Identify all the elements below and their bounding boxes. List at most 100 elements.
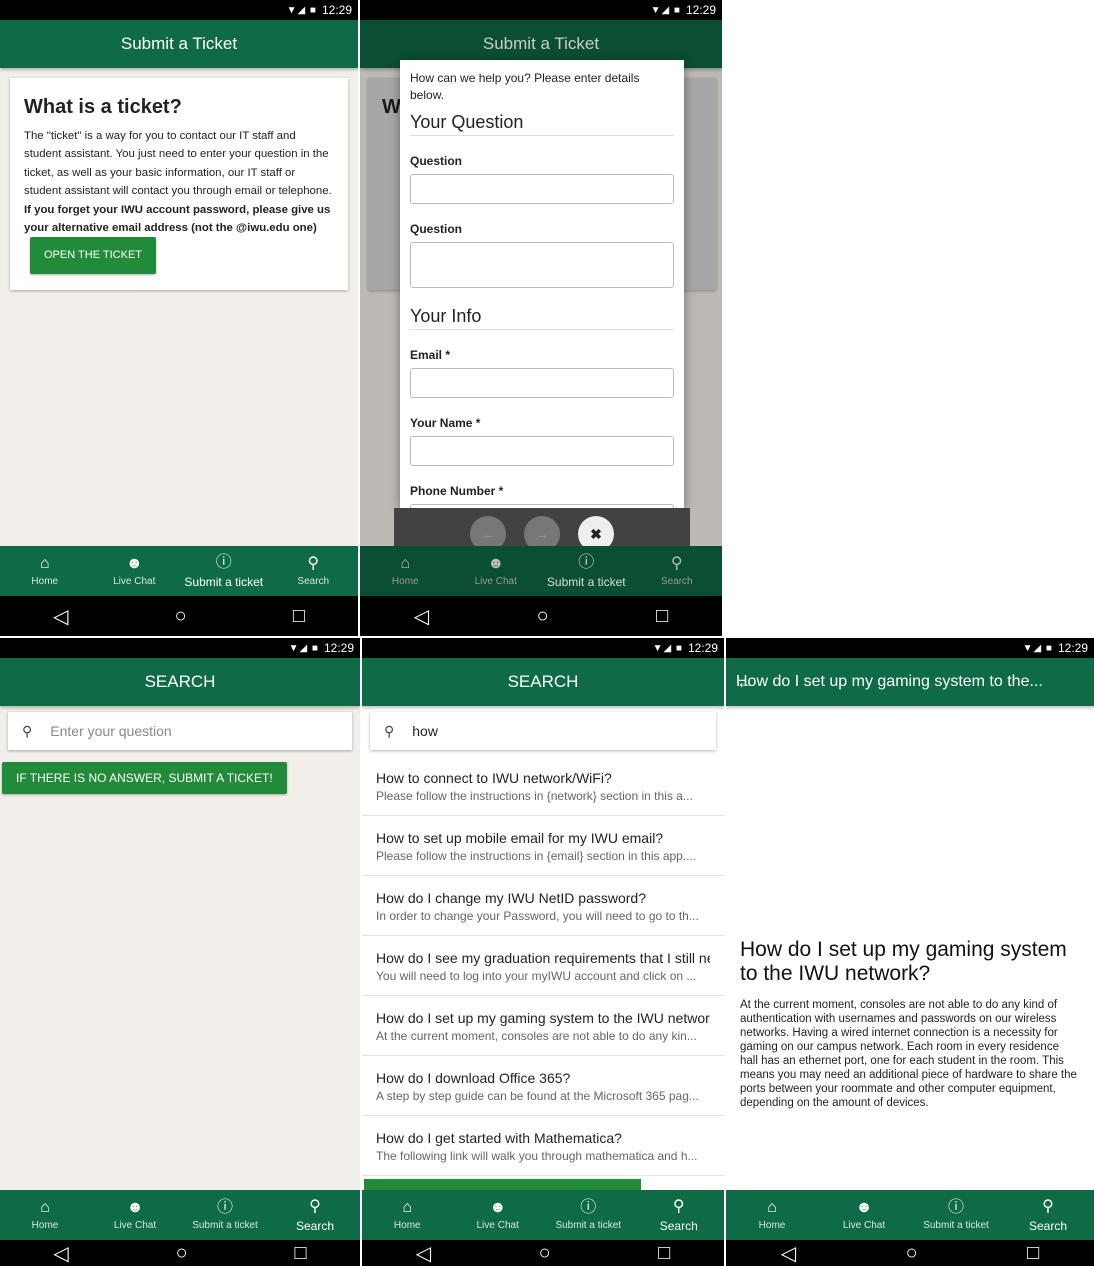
name-label: Your Name *: [410, 416, 481, 430]
nav-submit-ticket[interactable]: ⓘ Submit a ticket: [910, 1199, 1002, 1231]
home-circle-icon[interactable]: ○: [176, 1242, 188, 1265]
nav-live-chat[interactable]: ☻ Live Chat: [90, 1199, 180, 1231]
search-icon: ⚲: [672, 1197, 685, 1215]
system-nav: ◁ ○ □: [0, 596, 358, 636]
list-item[interactable]: How do I change my IWU NetID password? In…: [362, 876, 724, 936]
recents-icon[interactable]: □: [294, 1242, 306, 1265]
nav-home[interactable]: ⌂ Home: [0, 555, 90, 587]
name-field[interactable]: [410, 436, 674, 466]
screen-search-results: ▼◢ ■ 12:29 SEARCH ⚲ how How to connect t…: [362, 638, 724, 1266]
bottom-nav: ⌂ Home ☻ Live Chat ⓘ Submit a ticket ⚲ Searc…: [726, 1190, 1094, 1240]
question-label: Question: [410, 154, 463, 168]
back-icon[interactable]: ◁: [53, 604, 68, 629]
result-title: How do I download Office 365?: [376, 1070, 571, 1086]
question-textarea[interactable]: [410, 242, 674, 288]
nav-submit-ticket[interactable]: ⓘ Submit a ticket: [180, 1199, 270, 1231]
home-icon: ⌂: [402, 1199, 413, 1216]
back-icon[interactable]: ◁: [781, 1241, 796, 1266]
nav-live-chat[interactable]: ☻ Live Chat: [90, 555, 180, 587]
question-input[interactable]: [410, 174, 674, 204]
nav-label: Live Chat: [474, 576, 517, 587]
list-item[interactable]: How do I see my graduation requirements …: [362, 936, 724, 996]
clock: 12:29: [321, 3, 352, 17]
signal-battery-icon: ▼◢ ■: [652, 642, 683, 654]
nav-search[interactable]: ⚲ Search: [634, 1198, 725, 1233]
search-icon: ⚲: [22, 722, 33, 739]
back-icon[interactable]: ◁: [53, 1241, 68, 1266]
system-nav: ◁ ○ □: [726, 1240, 1094, 1266]
recents-icon[interactable]: □: [656, 605, 668, 628]
result-title: How do I get started with Mathematica?: [376, 1130, 622, 1146]
nav-home[interactable]: ⌂ Home: [726, 1199, 818, 1231]
list-item[interactable]: How to connect to IWU network/WiFi? Pleas…: [362, 756, 724, 816]
nav-label: Live Chat: [113, 1220, 157, 1231]
screen-search-empty: ▼◢ ■ 12:29 SEARCH ⚲ Enter your question …: [0, 638, 360, 1266]
list-item[interactable]: How do I download Office 365? A step by s…: [362, 1056, 724, 1116]
nav-submit-ticket[interactable]: ⓘ Submit a ticket: [543, 1199, 634, 1231]
list-item[interactable]: How to set up mobile email for my IWU em…: [362, 816, 724, 876]
nav-live-chat[interactable]: ☻ Live Chat: [818, 1199, 910, 1231]
nav-live-chat[interactable]: ☻ Live Chat: [453, 1199, 544, 1231]
chat-icon: ☻: [125, 555, 143, 572]
email-label: Email *: [410, 348, 451, 362]
result-title: How do I set up my gaming system to the …: [376, 1010, 710, 1026]
bottom-nav: ⌂ Home ☻ Live Chat ⓘ Submit a ticket ⚲ Searc…: [0, 546, 358, 596]
status-bar: ▼◢ ■ 12:29: [360, 0, 722, 20]
status-bar: ▼◢ ■ 12:29: [0, 0, 358, 20]
nav-submit-ticket[interactable]: ⓘ Submit a ticket: [541, 554, 632, 589]
chat-icon: ☻: [126, 1199, 144, 1216]
search-input[interactable]: ⚲ Enter your question: [8, 712, 352, 750]
home-circle-icon[interactable]: ○: [906, 1242, 918, 1265]
screen-ticket-form: ▼◢ ■ 12:29 Submit a Ticket W How can we …: [360, 0, 722, 636]
list-item[interactable]: How do I get started with Mathematica? Th…: [362, 1116, 724, 1176]
form-intro: How can we help you? Please enter detail…: [410, 71, 640, 102]
nav-search[interactable]: ⚲ Search: [269, 555, 359, 587]
open-ticket-button[interactable]: OPEN THE TICKET: [30, 237, 157, 274]
email-field[interactable]: [410, 368, 674, 398]
recents-icon[interactable]: □: [1027, 1242, 1039, 1265]
back-icon[interactable]: ◁: [414, 604, 429, 629]
home-icon: ⌂: [39, 555, 50, 572]
nav-label: Home: [758, 1220, 786, 1231]
search-input[interactable]: ⚲ how: [370, 712, 716, 750]
page-title: Submit a Ticket: [482, 34, 600, 53]
result-desc: You will need to log into your myIWU acc…: [376, 969, 697, 983]
nav-home[interactable]: ⌂ Home: [0, 1199, 90, 1231]
system-nav: ◁ ○ □: [0, 1240, 360, 1266]
info-icon: ⓘ: [216, 1199, 233, 1216]
nav-home[interactable]: ⌂ Home: [362, 1199, 453, 1231]
home-circle-icon[interactable]: ○: [539, 1242, 551, 1265]
nav-search[interactable]: ⚲ Search: [270, 1198, 360, 1233]
nav-submit-ticket[interactable]: ⓘ Submit a ticket: [179, 554, 269, 589]
card-heading: What is a ticket?: [24, 96, 182, 118]
info-icon: ⓘ: [215, 553, 232, 571]
nav-label: Search: [1028, 1218, 1068, 1233]
app-bar: Submit a Ticket: [0, 20, 358, 68]
list-item[interactable]: How do I set up my gaming system to the …: [362, 996, 724, 1056]
clock: 12:29: [1057, 641, 1088, 655]
chat-icon: ☻: [487, 555, 505, 572]
signal-battery-icon: ▼◢ ■: [650, 4, 681, 16]
status-bar: ▼◢ ■ 12:29: [726, 638, 1094, 658]
section-your-question: Your Question: [410, 112, 674, 136]
recents-icon[interactable]: □: [658, 1242, 670, 1265]
back-icon[interactable]: ◁: [416, 1241, 431, 1266]
back-arrow-icon[interactable]: ←: [736, 672, 754, 693]
nav-label: Submit a ticket: [923, 1220, 989, 1231]
home-circle-icon[interactable]: ○: [537, 605, 549, 628]
result-desc: Please follow the instructions in {netwo…: [376, 789, 693, 803]
nav-label: Submit a ticket: [184, 574, 264, 589]
nav-search[interactable]: ⚲ Search: [1002, 1198, 1094, 1233]
nav-label: Search: [295, 1218, 335, 1233]
page-title: How do I set up my gaming system to the.…: [736, 673, 1043, 690]
question-details-label: Question: [410, 222, 463, 236]
nav-home[interactable]: ⌂ Home: [360, 555, 451, 587]
recents-icon[interactable]: □: [293, 605, 305, 628]
bottom-nav: ⌂ Home ☻ Live Chat ⓘ Submit a ticket ⚲ Searc…: [362, 1190, 724, 1240]
nav-search[interactable]: ⚲ Search: [632, 555, 723, 587]
home-circle-icon[interactable]: ○: [175, 605, 187, 628]
nav-live-chat[interactable]: ☻ Live Chat: [451, 555, 542, 587]
nav-label: Search: [660, 576, 693, 587]
search-icon: ⚲: [384, 722, 395, 739]
submit-ticket-button[interactable]: IF THERE IS NO ANSWER, SUBMIT A TICKET!: [2, 762, 287, 794]
